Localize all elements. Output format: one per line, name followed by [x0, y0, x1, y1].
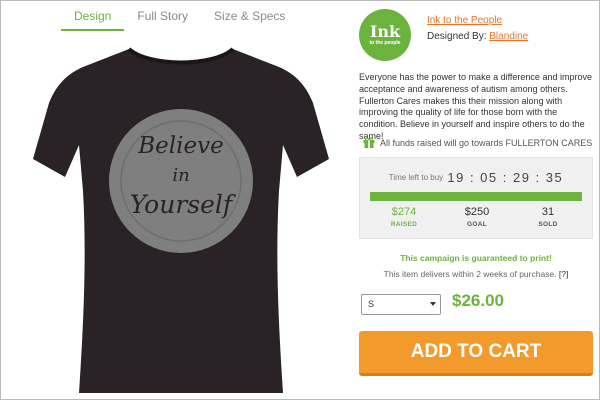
tshirt-image: Believe in Yourself: [33, 47, 329, 393]
tab-full-story[interactable]: Full Story: [124, 1, 201, 31]
design-text-in: in: [172, 165, 189, 186]
delivery-note: This item delivers within 2 weeks of pur…: [383, 269, 569, 279]
product-description: Everyone has the power to make a differe…: [359, 72, 592, 141]
tab-size-specs[interactable]: Size & Specs: [201, 1, 298, 31]
stat-goal: $250 GOAL: [464, 206, 490, 228]
add-to-cart-button[interactable]: ADD TO CART: [359, 331, 593, 376]
funds-note: All funds raised will go towards FULLERT…: [363, 137, 592, 148]
ink-to-the-people-logo[interactable]: Ink to the people: [359, 9, 411, 61]
designer-line: Designed By: Blandine: [427, 31, 529, 42]
print-guarantee: This campaign is guaranteed to print!: [400, 253, 552, 263]
funding-progress-bar: [370, 192, 582, 201]
size-select[interactable]: S: [361, 294, 441, 315]
product-image: Believe in Yourself: [21, 41, 341, 400]
countdown: Time left to buy 19 : 05 : 29 : 35: [388, 170, 564, 185]
brand-link[interactable]: Ink to the People: [427, 15, 502, 26]
stat-sold: 31 SOLD: [538, 206, 558, 228]
price: $26.00: [452, 291, 504, 310]
funding-progress-fill: [370, 192, 582, 201]
chevron-down-icon: [430, 302, 436, 306]
design-text-believe: Believe: [137, 133, 223, 159]
delivery-help-link[interactable]: [?]: [559, 269, 568, 279]
campaign-status: Time left to buy 19 : 05 : 29 : 35 $274 …: [359, 157, 593, 239]
product-sidebar: Ink to the people Ink to the People Desi…: [359, 1, 595, 400]
countdown-value: 19 : 05 : 29 : 35: [447, 170, 564, 185]
product-tabs: Design Full Story Size & Specs: [61, 1, 298, 31]
design-text-yourself: Yourself: [130, 190, 236, 219]
stat-raised: $274 RAISED: [390, 206, 418, 228]
tab-design[interactable]: Design: [61, 1, 125, 31]
gift-icon: [363, 137, 375, 148]
designer-link[interactable]: Blandine: [489, 31, 528, 42]
